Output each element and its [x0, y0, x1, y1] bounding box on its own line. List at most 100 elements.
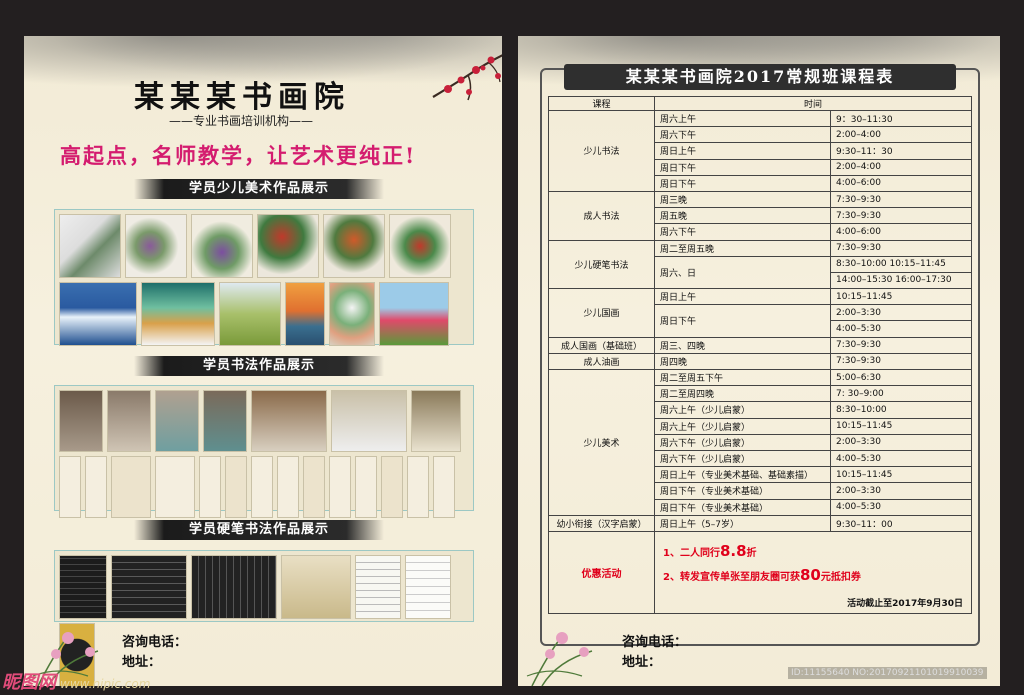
orchid-flower-icon [526, 632, 593, 686]
artwork-thumb [389, 214, 451, 278]
table-row: 成人书法 周三晚 7:30–9:30 [548, 190, 972, 241]
time-cell: 7:30–9:30 [830, 336, 972, 354]
scroll-thumb [329, 456, 351, 518]
scroll-thumb [59, 456, 81, 518]
watermark-url: www.nipic.com [60, 677, 151, 691]
pen-work-thumb [111, 555, 187, 619]
time-cell: 4:00–5:30 [830, 449, 972, 468]
photo-thumb [251, 390, 327, 452]
promo-label: 优惠活动 [548, 530, 655, 614]
section-banner-calligraphy: 学员书法作品展示 [134, 356, 384, 376]
scroll-thumb [433, 456, 455, 518]
artwork-thumb [329, 282, 375, 346]
day-cell: 周六上午 [654, 109, 831, 128]
artwork-thumb [59, 282, 137, 346]
scroll-thumb [251, 456, 273, 518]
time-cell: 2:00–4:00 [830, 158, 972, 176]
calligraphy-gallery [54, 385, 474, 518]
course-cell: 成人书法 [548, 190, 655, 241]
kids-art-gallery [54, 209, 474, 346]
time-cell: 8:30–10:00 [830, 401, 972, 419]
table-row: 少儿国画 周日上午 10:15–11:45 [548, 288, 972, 338]
schedule-title: 某某某书画院2017常规班课程表 [564, 64, 956, 90]
day-cell: 周六下午（少儿启蒙） [654, 433, 831, 451]
time-cell: 2:00–4:00 [830, 126, 972, 144]
pen-work-thumb [191, 555, 277, 619]
time-cell: 7:30–9:30 [830, 190, 972, 209]
time-cell: 10:15–11:45 [830, 288, 972, 306]
promo2-suffix: 元抵扣券 [820, 571, 861, 583]
day-cell: 周日上午（5–7岁） [654, 514, 831, 532]
artwork-thumb [257, 214, 319, 278]
course-cell: 成人油画 [548, 352, 655, 371]
school-title: 某某某书画院 [134, 80, 350, 115]
time-cell: 10:15–11:45 [830, 466, 972, 484]
contact-phone-label: 咨询电话： [622, 635, 688, 650]
col-time: 时间 [654, 96, 972, 111]
day-cell: 周六下午（少儿启蒙） [654, 449, 831, 468]
time-cell: 7:30–9:30 [830, 239, 972, 257]
photo-thumb [411, 390, 461, 452]
artwork-thumb [191, 214, 253, 278]
day-cell: 周三晚 [654, 190, 831, 209]
promo-row: 优惠活动 1、二人同行8.8折 2、转发宣传单张至朋友圈可获80元抵扣券 活动截… [548, 530, 972, 614]
flyer-front: 某某某书画院 ——专业书画培训机构—— 高起点，名师教学，让艺术更纯正! 学员少… [24, 36, 502, 686]
day-cell: 周六下午 [654, 223, 831, 241]
time-cell: 4:00–6:00 [830, 174, 972, 192]
time-cell: 2:00–3:30 [830, 304, 972, 322]
time-cell: 4:00–6:00 [830, 223, 972, 241]
artwork-thumb [323, 214, 385, 278]
time-cell: 4:00–5:30 [830, 498, 972, 516]
scroll-thumb [355, 456, 377, 518]
day-cell: 周二至周四晚 [654, 385, 831, 403]
promo-item-2: 2、转发宣传单张至朋友圈可获80元抵扣券 [663, 566, 963, 584]
col-course: 课程 [548, 96, 655, 111]
time-cell: 7:30–9:30 [830, 352, 972, 371]
day-cell: 周日上午 [654, 142, 831, 160]
day-cell: 周六上午（少儿启蒙） [654, 401, 831, 419]
school-subtitle: ——专业书画培训机构—— [169, 114, 314, 128]
photo-thumb [107, 390, 151, 452]
day-cell: 周日上午（专业美术基础、基础素描） [654, 466, 831, 484]
time-cell: 9:30–11：30 [830, 142, 972, 160]
scroll-thumb [199, 456, 221, 518]
scroll-thumb [277, 456, 299, 518]
scroll-thumb [155, 456, 195, 518]
photo-thumb [203, 390, 247, 452]
course-cell: 成人国画（基础班） [548, 336, 655, 354]
day-cell: 周日下午 [654, 174, 831, 192]
address-label: 地址： [622, 655, 662, 670]
promo-deadline: 活动截止至2017年9月30日 [847, 598, 963, 609]
promo-item-1: 1、二人同行8.8折 [663, 542, 963, 560]
day-cell: 周二至周五下午 [654, 368, 831, 387]
section-banner-kids-art: 学员少儿美术作品展示 [134, 179, 384, 199]
table-row: 少儿书法 周六上午 9：30–11:30 [548, 109, 972, 192]
artwork-thumb [59, 214, 121, 278]
calligraphy-scroll-row [59, 456, 469, 518]
pen-calligraphy-gallery [54, 550, 474, 686]
pen-work-thumb [59, 555, 107, 619]
scroll-thumb [111, 456, 151, 518]
time-cell: 7: 30–9:00 [830, 385, 972, 403]
promo2-prefix: 2、转发宣传单张至朋友圈可获 [663, 571, 800, 583]
artwork-thumb [379, 282, 449, 346]
photo-thumb [59, 390, 103, 452]
day-cell: 周六上午（少儿启蒙） [654, 417, 831, 435]
promo1-value: 8.8 [719, 541, 747, 560]
table-row: 幼小衔接（汉字启蒙） 周日上午（5–7岁） 9:30–11：00 [548, 514, 972, 532]
scroll-thumb [85, 456, 107, 518]
photo-thumb [155, 390, 199, 452]
slogan: 高起点，名师教学，让艺术更纯正! [60, 143, 417, 168]
day-cell: 周六下午 [654, 126, 831, 144]
day-cell: 周日上午 [654, 288, 831, 306]
course-cell: 少儿美术 [548, 369, 655, 516]
scroll-thumb [407, 456, 429, 518]
day-cell: 周二至周五晚 [654, 239, 831, 257]
time-cell: 10:15–11:45 [830, 417, 972, 435]
scroll-thumb [381, 456, 403, 518]
artwork-thumb [285, 282, 325, 346]
course-cell: 少儿书法 [548, 110, 655, 192]
table-header-row: 课程 时间 [548, 96, 972, 111]
promo2-value: 80 [799, 565, 821, 584]
day-cell: 周日下午 [654, 158, 831, 176]
